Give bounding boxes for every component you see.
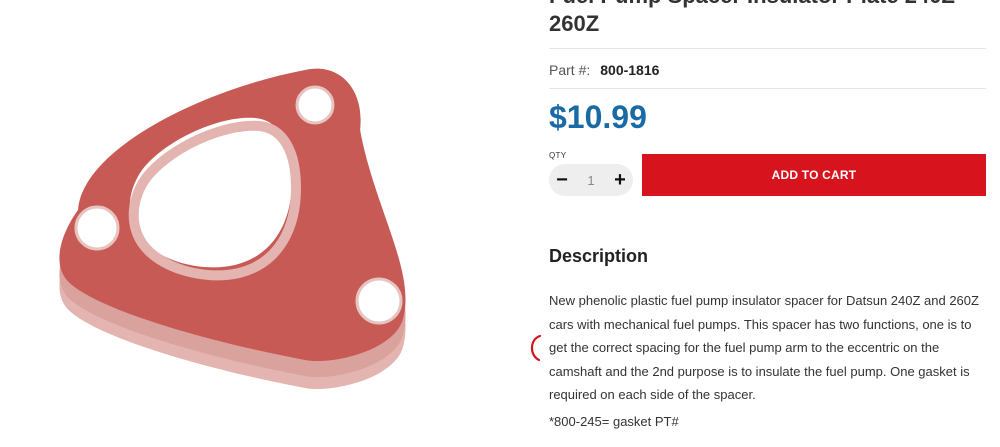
red-bracket-mark [530,334,542,362]
quantity-stepper: − 1 + [549,164,633,196]
fuel-pump-spacer-illustration [59,68,406,390]
product-title: Fuel Pump Spacer Insulator Plate 240Z 26… [549,0,955,36]
part-label: Part #: [549,62,591,78]
part-number: 800-1816 [600,62,660,78]
qty-label: QTY [549,151,567,160]
gasket-note: *800-245= gasket PT# [549,414,679,429]
qty-increase-button[interactable]: + [607,164,633,196]
add-to-cart-button[interactable]: ADD TO CART [642,154,986,196]
qty-decrease-button[interactable]: − [549,164,575,196]
qty-value[interactable]: 1 [587,173,594,188]
product-image [30,60,450,390]
title-divider [549,48,986,49]
description-body: New phenolic plastic fuel pump insulator… [549,293,979,402]
part-divider [549,88,986,89]
part-number-row: Part #: 800-1816 [549,60,659,80]
description-heading: Description [549,246,649,266]
product-price: $10.99 [549,99,647,135]
